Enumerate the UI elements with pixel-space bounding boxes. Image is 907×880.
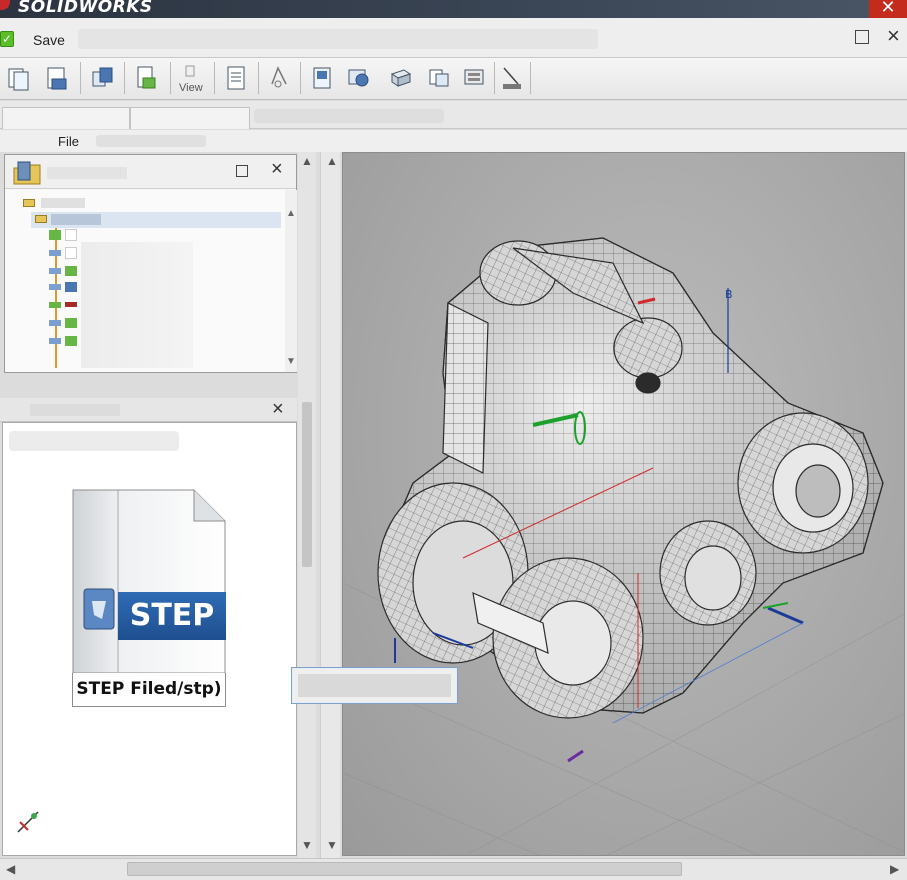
gearbox-housing bbox=[377, 237, 884, 719]
feature-tree-panel: × ▲ ▼ bbox=[4, 154, 297, 373]
solidworks-logo-icon bbox=[0, 0, 10, 10]
part-icon bbox=[49, 302, 61, 308]
part-icon bbox=[49, 338, 61, 344]
toolbar-separator bbox=[214, 62, 215, 94]
app-brand: SOLIDWORKS bbox=[18, 0, 153, 17]
toolbar-separator bbox=[80, 62, 81, 94]
part-icon bbox=[65, 302, 77, 307]
tab-document-3[interactable] bbox=[254, 109, 444, 123]
feature-tree-header: × bbox=[5, 155, 296, 189]
toolbar-separator bbox=[170, 62, 171, 94]
feature-tree-title bbox=[47, 167, 127, 179]
tree-root-label bbox=[41, 198, 85, 208]
menu-file[interactable]: File bbox=[58, 134, 79, 149]
scroll-down-icon[interactable]: ▼ bbox=[301, 838, 313, 852]
main-toolbar: View bbox=[0, 58, 907, 100]
file-path-field bbox=[78, 29, 598, 49]
step-banner: STEP bbox=[118, 592, 226, 640]
scroll-up-icon[interactable]: ▲ bbox=[301, 154, 313, 168]
part-icon bbox=[49, 250, 61, 256]
menu-other[interactable] bbox=[96, 135, 206, 147]
panel-close-icon[interactable]: × bbox=[271, 158, 283, 181]
menu-bar: File bbox=[0, 130, 907, 152]
document-tab-strip bbox=[0, 101, 907, 129]
copy-icon[interactable] bbox=[90, 64, 116, 92]
sketch-icon[interactable] bbox=[500, 64, 526, 92]
step-file-caption: STEP Filed/stp) bbox=[72, 673, 226, 707]
svg-text:B: B bbox=[725, 288, 733, 301]
new-document-icon[interactable] bbox=[6, 64, 32, 92]
preview-panel-title bbox=[30, 404, 120, 416]
part-icon bbox=[49, 284, 61, 290]
checkbox-icon[interactable] bbox=[65, 229, 77, 241]
solidworks-window: SOLIDWORKS ✕ ✓ Save × View File × ▲ ▼ × … bbox=[0, 0, 907, 880]
viewport-scrollbar[interactable]: ▲ ▼ bbox=[320, 152, 340, 858]
panel-scrollbar[interactable]: ▲ ▼ bbox=[298, 152, 316, 858]
part-icon bbox=[49, 268, 61, 274]
preview-close-icon[interactable]: × bbox=[272, 398, 284, 421]
toolbar-separator bbox=[258, 62, 259, 94]
tab-document-1[interactable] bbox=[2, 107, 130, 129]
window-close-button[interactable]: ✕ bbox=[869, 0, 907, 18]
toolbar-separator bbox=[124, 62, 125, 94]
floating-name-input-field[interactable] bbox=[298, 674, 451, 697]
assembly-folder-icon bbox=[13, 161, 41, 185]
scroll-thumb[interactable] bbox=[302, 402, 312, 567]
graphics-viewport[interactable]: B bbox=[342, 152, 905, 856]
part-icon bbox=[65, 282, 77, 292]
part-icon bbox=[49, 230, 61, 240]
tree-root[interactable] bbox=[19, 196, 99, 212]
part-icon bbox=[65, 336, 77, 346]
feature-tree bbox=[5, 190, 285, 372]
preview-filename bbox=[9, 431, 179, 451]
toolbar-separator bbox=[530, 62, 531, 94]
triad-pin-icon[interactable] bbox=[14, 808, 42, 836]
horizontal-scrollbar[interactable]: ◀ ▶ bbox=[0, 858, 907, 880]
part-icon bbox=[65, 318, 77, 328]
tree-scrollbar[interactable]: ▲ ▼ bbox=[285, 190, 297, 372]
print-preview-icon[interactable] bbox=[224, 64, 250, 92]
tree-labels-blurred bbox=[81, 242, 193, 368]
panel-maximize-button[interactable] bbox=[236, 165, 248, 177]
screen-capture-icon[interactable] bbox=[462, 64, 488, 92]
toolbar-separator bbox=[300, 62, 301, 94]
folder-icon bbox=[35, 215, 47, 223]
scroll-up-icon[interactable]: ▲ bbox=[286, 208, 296, 219]
tab-document-2[interactable] bbox=[130, 107, 250, 129]
scroll-down-icon[interactable]: ▼ bbox=[326, 838, 338, 852]
part-icon bbox=[49, 320, 61, 326]
view-label: View bbox=[179, 82, 203, 94]
toolbar-separator bbox=[494, 62, 495, 94]
tree-item-selected[interactable] bbox=[31, 212, 281, 228]
tree-item-label bbox=[51, 214, 101, 225]
folder-icon bbox=[23, 199, 35, 207]
part-icon bbox=[65, 266, 77, 276]
rebuild-icon[interactable] bbox=[266, 64, 292, 92]
maximize-button[interactable] bbox=[855, 30, 869, 44]
document-icon bbox=[72, 489, 226, 673]
search-document-icon[interactable] bbox=[310, 64, 336, 92]
save-button[interactable]: Save bbox=[33, 32, 65, 48]
box-view-icon[interactable] bbox=[388, 64, 414, 92]
scroll-down-icon[interactable]: ▼ bbox=[286, 356, 296, 367]
floating-name-input[interactable] bbox=[291, 667, 458, 704]
close-icon[interactable]: × bbox=[887, 25, 900, 47]
scroll-right-icon[interactable]: ▶ bbox=[890, 862, 899, 876]
cad-model: B bbox=[343, 237, 904, 855]
save-row: ✓ Save × bbox=[0, 18, 907, 58]
title-bar: SOLIDWORKS ✕ bbox=[0, 0, 907, 18]
save-check-icon[interactable]: ✓ bbox=[0, 31, 14, 47]
paste-icon[interactable] bbox=[134, 64, 160, 92]
save-document-icon[interactable] bbox=[44, 64, 70, 92]
scroll-up-icon[interactable]: ▲ bbox=[326, 154, 338, 168]
preview-panel-header: × bbox=[0, 398, 297, 422]
step-file-thumbnail[interactable]: STEP STEP Filed/stp) bbox=[72, 489, 226, 707]
horizontal-scroll-thumb[interactable] bbox=[127, 862, 682, 876]
checkbox-icon[interactable] bbox=[65, 247, 77, 259]
options-icon[interactable] bbox=[346, 64, 372, 92]
copy-view-icon[interactable] bbox=[426, 64, 452, 92]
scroll-left-icon[interactable]: ◀ bbox=[6, 862, 15, 876]
